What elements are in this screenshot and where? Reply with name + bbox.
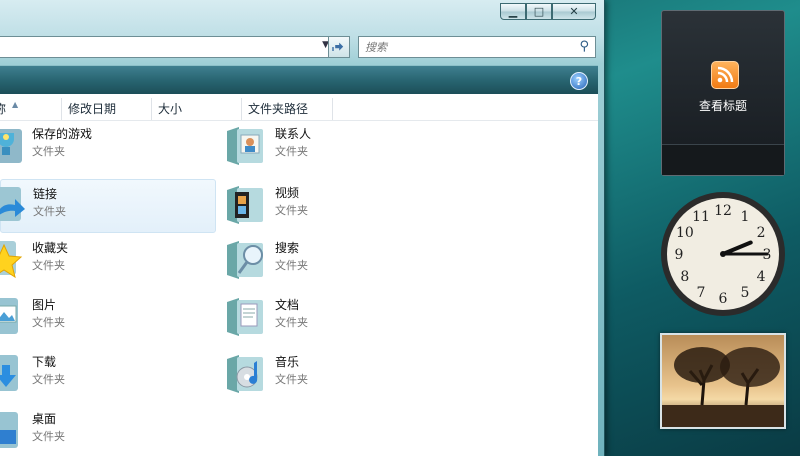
search-icon[interactable]: ⚲	[579, 39, 589, 54]
item-name: 保存的游戏	[32, 127, 93, 141]
refresh-button[interactable]	[328, 36, 350, 58]
search-input[interactable]	[365, 41, 565, 54]
contacts-icon	[227, 127, 263, 165]
clock-numeral: 12	[714, 203, 732, 219]
item-name: 音乐	[275, 355, 300, 369]
item-type: 文件夹	[275, 259, 308, 272]
list-item[interactable]: 搜索 文件夹	[225, 234, 425, 284]
item-name: 链接	[33, 187, 58, 201]
clock-numeral: 6	[719, 291, 728, 307]
tree-sunset-photo	[662, 335, 784, 427]
feed-headlines-gadget[interactable]: 查看标题	[661, 10, 785, 176]
search-box[interactable]: ⚲	[358, 36, 596, 58]
refresh-icon	[332, 42, 344, 51]
clock-numeral: 4	[757, 269, 766, 285]
clock-numeral: 7	[697, 285, 706, 301]
column-header-label: 修改日期	[68, 102, 117, 116]
close-button[interactable]: ✕	[552, 3, 596, 20]
links-icon	[0, 187, 25, 221]
pictures-icon	[0, 298, 18, 334]
item-name: 收藏夹	[32, 241, 69, 255]
clock-numeral: 8	[680, 269, 689, 285]
downloads-icon	[0, 355, 18, 391]
file-list: ▲ 称 修改日期 大小 文件夹路径 保存的游戏 文件夹 链接 文件夹 收藏夹 文…	[0, 94, 598, 456]
saved-games-icon	[0, 129, 22, 163]
minimize-button[interactable]: ▁	[500, 3, 526, 20]
list-item-selected[interactable]: 链接 文件夹	[0, 179, 216, 233]
clock-gadget[interactable]: 121234567891011	[659, 190, 787, 318]
column-header-folder-path[interactable]: 文件夹路径	[242, 98, 333, 120]
column-header-label: 大小	[158, 102, 183, 116]
item-name: 桌面	[32, 412, 57, 426]
searches-icon	[227, 241, 263, 279]
item-type: 文件夹	[33, 205, 66, 218]
clock-numeral: 9	[675, 247, 684, 263]
favorites-icon	[0, 241, 23, 279]
slideshow-gadget[interactable]	[660, 333, 786, 429]
clock-numeral: 5	[741, 285, 750, 301]
command-bar: ?	[0, 65, 598, 94]
item-type: 文件夹	[32, 259, 65, 272]
item-name: 文档	[275, 298, 300, 312]
list-item[interactable]: 联系人 文件夹	[225, 120, 425, 170]
feed-gadget-footer	[662, 144, 784, 175]
clock-numeral: 11	[692, 209, 710, 225]
item-type: 文件夹	[32, 316, 65, 329]
item-type: 文件夹	[275, 316, 308, 329]
window-controls: ▁ □ ✕	[500, 3, 596, 20]
address-bar[interactable]: ▼	[0, 36, 350, 58]
list-item[interactable]: 图片 文件夹	[0, 291, 200, 341]
column-headers: ▲ 称 修改日期 大小 文件夹路径	[0, 98, 598, 121]
documents-icon	[227, 298, 263, 336]
clock-numeral: 2	[757, 225, 766, 241]
column-header-size[interactable]: 大小	[152, 98, 242, 120]
item-name: 图片	[32, 298, 57, 312]
column-header-label: 称	[0, 102, 7, 116]
list-item[interactable]: 保存的游戏 文件夹	[0, 120, 200, 170]
list-item[interactable]: 视频 文件夹	[225, 179, 425, 229]
explorer-window: ▁ □ ✕ ▼ ⚲ ? ▲ 称 修改日期 大小	[0, 0, 605, 456]
maximize-button[interactable]: □	[526, 3, 552, 20]
item-name: 联系人	[275, 127, 312, 141]
item-type: 文件夹	[32, 430, 65, 443]
item-type: 文件夹	[275, 204, 308, 217]
item-type: 文件夹	[275, 373, 308, 386]
help-icon[interactable]: ?	[570, 72, 588, 90]
column-header-name[interactable]: ▲ 称	[0, 98, 62, 120]
column-header-date[interactable]: 修改日期	[62, 98, 152, 120]
item-type: 文件夹	[32, 145, 65, 158]
sort-ascending-icon: ▲	[12, 100, 19, 109]
clock-numeral: 1	[741, 209, 750, 225]
item-name: 视频	[275, 186, 300, 200]
list-item[interactable]: 音乐 文件夹	[225, 348, 425, 398]
desktop-icon	[0, 412, 18, 448]
clock-center-pin	[720, 251, 726, 257]
item-name: 下载	[32, 355, 57, 369]
column-header-label: 文件夹路径	[248, 102, 309, 116]
list-item[interactable]: 文档 文件夹	[225, 291, 425, 341]
rss-feed-icon	[711, 61, 739, 89]
item-type: 文件夹	[32, 373, 65, 386]
list-item[interactable]: 桌面 文件夹	[0, 405, 200, 455]
item-type: 文件夹	[275, 145, 308, 158]
item-name: 搜索	[275, 241, 300, 255]
feed-view-headlines-label[interactable]: 查看标题	[662, 97, 784, 114]
list-item[interactable]: 下载 文件夹	[0, 348, 200, 398]
videos-icon	[227, 186, 263, 224]
list-item[interactable]: 收藏夹 文件夹	[0, 234, 200, 284]
music-icon	[227, 355, 263, 393]
clock-numeral: 10	[676, 225, 694, 241]
